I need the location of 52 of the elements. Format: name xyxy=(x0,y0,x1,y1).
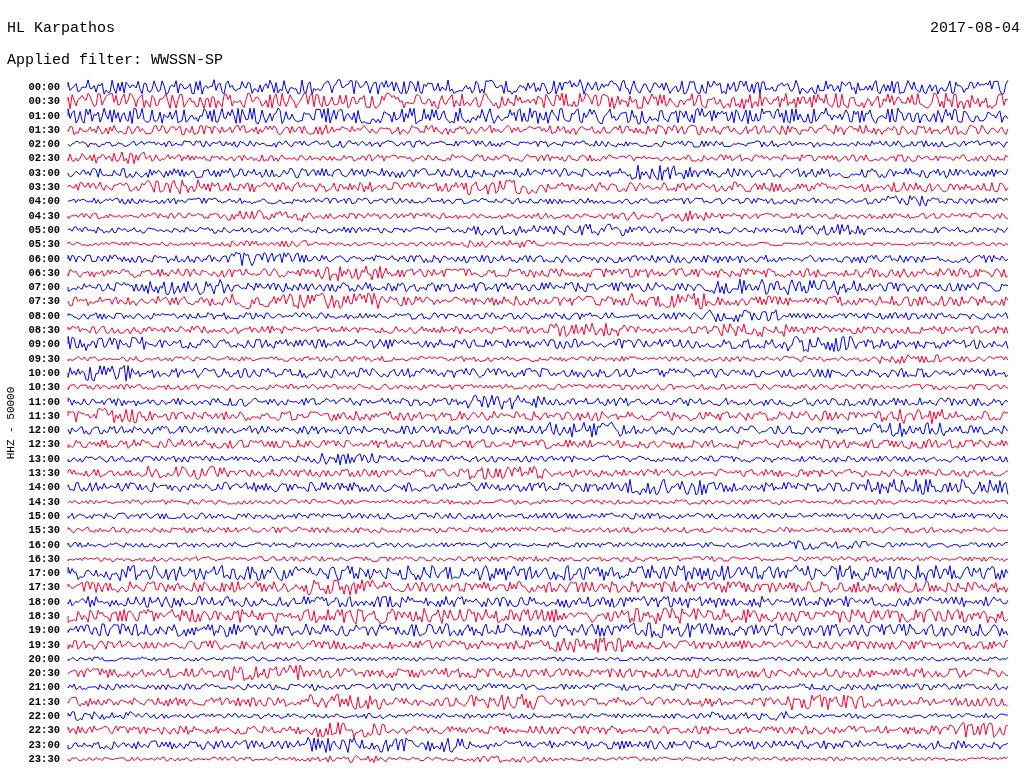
time-label: 05:00 xyxy=(27,222,61,238)
time-label: 19:30 xyxy=(27,637,61,652)
time-label: 17:30 xyxy=(27,580,61,595)
time-label: 16:30 xyxy=(27,551,61,567)
time-label: 04:30 xyxy=(27,208,61,223)
time-label: 13:30 xyxy=(27,466,61,481)
time-label: 18:00 xyxy=(27,594,61,609)
time-label: 01:30 xyxy=(27,122,61,138)
time-label: 21:30 xyxy=(27,694,61,710)
time-label: 08:30 xyxy=(27,323,61,338)
filter-label: Applied filter: WWSSN-SP xyxy=(7,52,224,69)
time-label: 00:30 xyxy=(27,94,61,109)
time-label: 11:00 xyxy=(27,394,61,409)
time-label: 00:00 xyxy=(27,80,61,95)
time-label: 05:30 xyxy=(27,237,61,252)
time-label: 01:00 xyxy=(27,108,61,123)
time-label: 18:30 xyxy=(27,609,61,624)
time-label: 02:30 xyxy=(27,151,61,166)
time-label: 02:00 xyxy=(27,137,61,152)
time-label: 07:00 xyxy=(27,280,61,295)
time-label: 14:30 xyxy=(27,494,61,509)
time-label: 13:00 xyxy=(27,451,61,466)
time-label: 23:00 xyxy=(27,737,61,752)
time-label: 06:00 xyxy=(27,251,61,266)
time-label: 12:00 xyxy=(27,423,61,438)
time-label: 14:00 xyxy=(27,480,61,495)
date-label: 2017-08-04 xyxy=(930,20,1020,39)
time-label: 22:30 xyxy=(27,723,61,738)
time-label: 23:30 xyxy=(27,751,61,767)
time-label: 07:30 xyxy=(27,294,61,309)
time-label: 11:30 xyxy=(27,408,61,424)
time-label: 12:30 xyxy=(27,437,61,452)
time-label: 17:00 xyxy=(27,566,61,581)
time-label: 15:00 xyxy=(27,508,61,524)
time-label: 20:30 xyxy=(27,666,61,681)
time-label: 03:00 xyxy=(27,165,61,181)
time-label: 08:00 xyxy=(27,308,61,324)
time-label: 20:00 xyxy=(27,651,61,667)
time-label: 04:00 xyxy=(27,194,61,209)
time-label: 16:00 xyxy=(27,537,61,552)
channel-label: HHZ - 50000 xyxy=(5,386,17,460)
time-label: 15:30 xyxy=(27,523,61,538)
time-label: 19:00 xyxy=(27,623,61,638)
time-label: 10:30 xyxy=(27,380,61,395)
time-label: 09:30 xyxy=(27,351,61,366)
time-label: 10:00 xyxy=(27,365,61,381)
time-label: 21:00 xyxy=(27,680,61,695)
station-name: HL Karpathos xyxy=(7,20,116,39)
time-label: 22:00 xyxy=(27,709,61,724)
time-label: 09:00 xyxy=(27,337,61,352)
time-label: 06:30 xyxy=(27,265,61,281)
time-label: 03:30 xyxy=(27,180,61,195)
